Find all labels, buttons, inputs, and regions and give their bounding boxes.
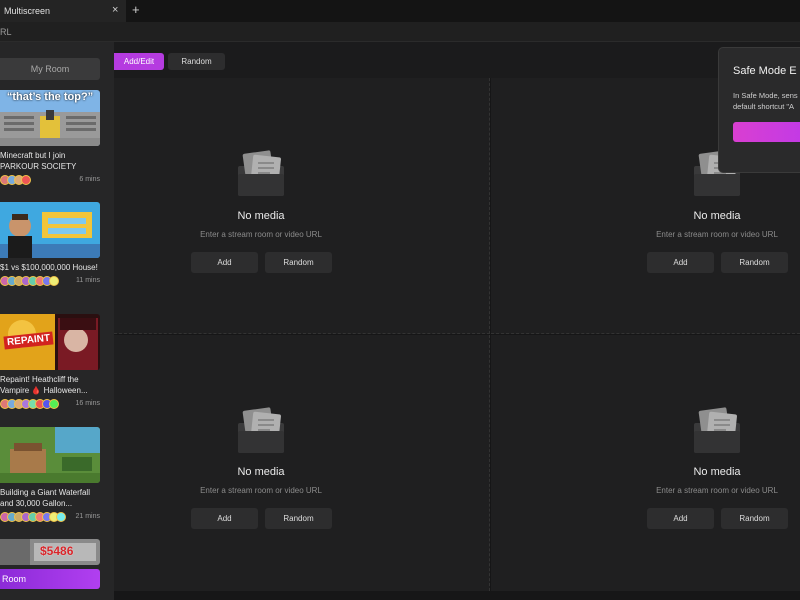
- toolbar: Add/Edit Random: [114, 42, 800, 78]
- add-edit-button[interactable]: Add/Edit: [114, 53, 164, 70]
- my-room-button[interactable]: My Room: [0, 58, 100, 80]
- no-media-title: No media: [237, 210, 285, 222]
- video-card[interactable]: Building a Giant Waterfall and 30,000 Ga…: [0, 427, 100, 525]
- video-duration: 16 mins: [75, 400, 100, 407]
- video-card[interactable]: REPAINT Repaint! Heathcliff the Vampire …: [0, 314, 100, 412]
- safe-mode-popup: Safe Mode E In Safe Mode, sens default s…: [718, 47, 800, 173]
- close-icon[interactable]: ×: [112, 4, 118, 16]
- video-meta: 21 mins: [0, 511, 100, 525]
- video-thumbnail[interactable]: REPAINT: [0, 314, 100, 370]
- video-thumbnail[interactable]: [0, 427, 100, 483]
- video-thumbnail[interactable]: “that’s the top?”: [0, 90, 100, 146]
- no-media-subtitle: Enter a stream room or video URL: [200, 486, 322, 495]
- address-bar[interactable]: RL: [0, 22, 800, 42]
- sidebar: My Room “that’s the top?” Minecraft but …: [0, 42, 114, 600]
- viewer-avatars: [0, 276, 59, 286]
- screen-cell[interactable]: No media Enter a stream room or video UR…: [114, 335, 490, 591]
- add-button[interactable]: Add: [191, 508, 258, 529]
- video-meta: 16 mins: [0, 398, 100, 412]
- tab-bar: Multiscreen × +: [0, 0, 800, 22]
- room-button[interactable]: Room: [0, 569, 100, 589]
- viewer-avatars: [0, 512, 66, 522]
- add-button[interactable]: Add: [647, 508, 714, 529]
- no-media-subtitle: Enter a stream room or video URL: [656, 230, 778, 239]
- video-thumbnail[interactable]: $5486: [0, 539, 100, 565]
- video-meta: 6 mins: [0, 174, 100, 188]
- no-media-subtitle: Enter a stream room or video URL: [656, 486, 778, 495]
- video-title-line2: and 30,000 Gallon...: [0, 499, 73, 508]
- popup-body-line1: In Safe Mode, sens: [733, 91, 798, 100]
- random-button[interactable]: Random: [265, 508, 332, 529]
- new-tab-button[interactable]: +: [132, 2, 140, 17]
- viewer-avatars: [0, 175, 31, 185]
- media-folder-icon: [694, 407, 740, 453]
- video-card[interactable]: “that’s the top?” Minecraft but I join P…: [0, 90, 100, 188]
- thumbnail-image: [0, 202, 100, 258]
- popup-body-line2: default shortcut "A: [733, 102, 795, 111]
- video-title: Building a Giant Waterfall: [0, 488, 90, 497]
- add-button[interactable]: Add: [191, 252, 258, 273]
- no-media-title: No media: [693, 210, 741, 222]
- no-media-title: No media: [693, 466, 741, 478]
- video-duration: 11 mins: [76, 277, 100, 284]
- video-thumbnail[interactable]: [0, 202, 100, 258]
- url-placeholder: RL: [0, 27, 12, 37]
- video-title: Minecraft but I join: [0, 151, 66, 160]
- video-title-line2: Vampire 🩸 Halloween...: [0, 386, 88, 395]
- video-title-line2: PARKOUR SOCIETY: [0, 162, 77, 171]
- no-media-subtitle: Enter a stream room or video URL: [200, 230, 322, 239]
- popup-title: Safe Mode E: [733, 65, 797, 77]
- popup-body: In Safe Mode, sens default shortcut "A: [733, 90, 800, 112]
- random-button[interactable]: Random: [721, 252, 788, 273]
- popup-action-button[interactable]: [733, 122, 800, 142]
- random-button[interactable]: Random: [168, 53, 225, 70]
- screen-cell[interactable]: No media Enter a stream room or video UR…: [491, 335, 800, 591]
- media-folder-icon: [238, 407, 284, 453]
- thumbnail-image: [0, 427, 100, 483]
- random-button[interactable]: Random: [265, 252, 332, 273]
- thumbnail-caption: $5486: [40, 544, 74, 558]
- video-card[interactable]: $5486: [0, 539, 100, 565]
- thumbnail-caption: “that’s the top?”: [6, 91, 94, 103]
- video-duration: 21 mins: [75, 513, 100, 520]
- video-meta: 11 mins: [0, 275, 100, 289]
- video-card[interactable]: $1 vs $100,000,000 House! 11 mins: [0, 202, 100, 289]
- main-area: Add/Edit Random No media Enter a stream …: [114, 42, 800, 600]
- video-duration: 6 mins: [79, 176, 100, 183]
- no-media-title: No media: [237, 466, 285, 478]
- media-folder-icon: [238, 150, 284, 196]
- add-button[interactable]: Add: [647, 252, 714, 273]
- random-button[interactable]: Random: [721, 508, 788, 529]
- tab-multiscreen[interactable]: Multiscreen ×: [0, 0, 126, 22]
- video-title: $1 vs $100,000,000 House!: [0, 263, 98, 272]
- tab-title: Multiscreen: [4, 6, 51, 16]
- screen-cell[interactable]: No media Enter a stream room or video UR…: [114, 78, 490, 334]
- room-button-label: Room: [2, 574, 27, 584]
- video-title: Repaint! Heathcliff the: [0, 375, 79, 384]
- viewer-avatars: [0, 399, 59, 409]
